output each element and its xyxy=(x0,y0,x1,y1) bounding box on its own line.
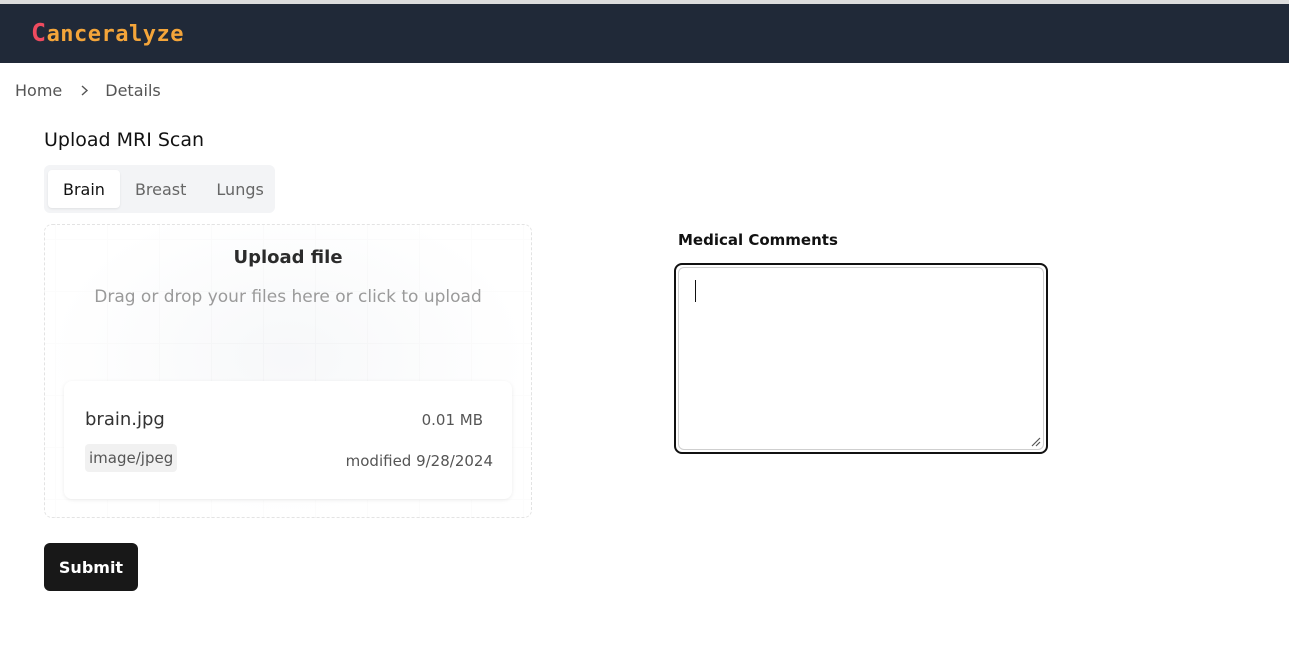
file-dropzone[interactable]: Upload file Drag or drop your files here… xyxy=(44,224,532,518)
resize-grip-icon[interactable] xyxy=(1029,435,1041,447)
breadcrumb-home-link[interactable]: Home xyxy=(15,81,62,100)
medical-comments-label: Medical Comments xyxy=(678,231,838,249)
top-navbar: Canceralyze xyxy=(0,4,1289,63)
tab-breast[interactable]: Breast xyxy=(120,170,201,208)
medical-comments-container xyxy=(674,263,1048,454)
text-cursor xyxy=(695,280,696,302)
file-size: 0.01 MB xyxy=(421,411,483,429)
chevron-right-icon xyxy=(80,84,89,96)
tab-lungs[interactable]: Lungs xyxy=(201,170,278,208)
medical-comments-textarea[interactable] xyxy=(678,267,1044,450)
file-name: brain.jpg xyxy=(85,409,165,430)
logo-first-letter: C xyxy=(31,18,47,47)
uploaded-file-card: brain.jpg 0.01 MB image/jpeg modified 9/… xyxy=(64,381,512,499)
tab-brain[interactable]: Brain xyxy=(48,170,120,208)
breadcrumb: Home Details xyxy=(15,79,161,101)
file-type-badge: image/jpeg xyxy=(85,444,178,472)
upload-title: Upload file xyxy=(233,247,343,268)
page-title: Upload MRI Scan xyxy=(44,129,205,151)
app-logo[interactable]: Canceralyze xyxy=(31,20,184,48)
file-modified-date: modified 9/28/2024 xyxy=(345,452,493,470)
upload-hint: Drag or drop your files here or click to… xyxy=(94,287,482,307)
submit-button[interactable]: Submit xyxy=(44,543,138,591)
scan-type-tabs: Brain Breast Lungs xyxy=(44,165,275,213)
breadcrumb-current: Details xyxy=(105,80,161,100)
logo-text: anceralyze xyxy=(46,22,185,47)
